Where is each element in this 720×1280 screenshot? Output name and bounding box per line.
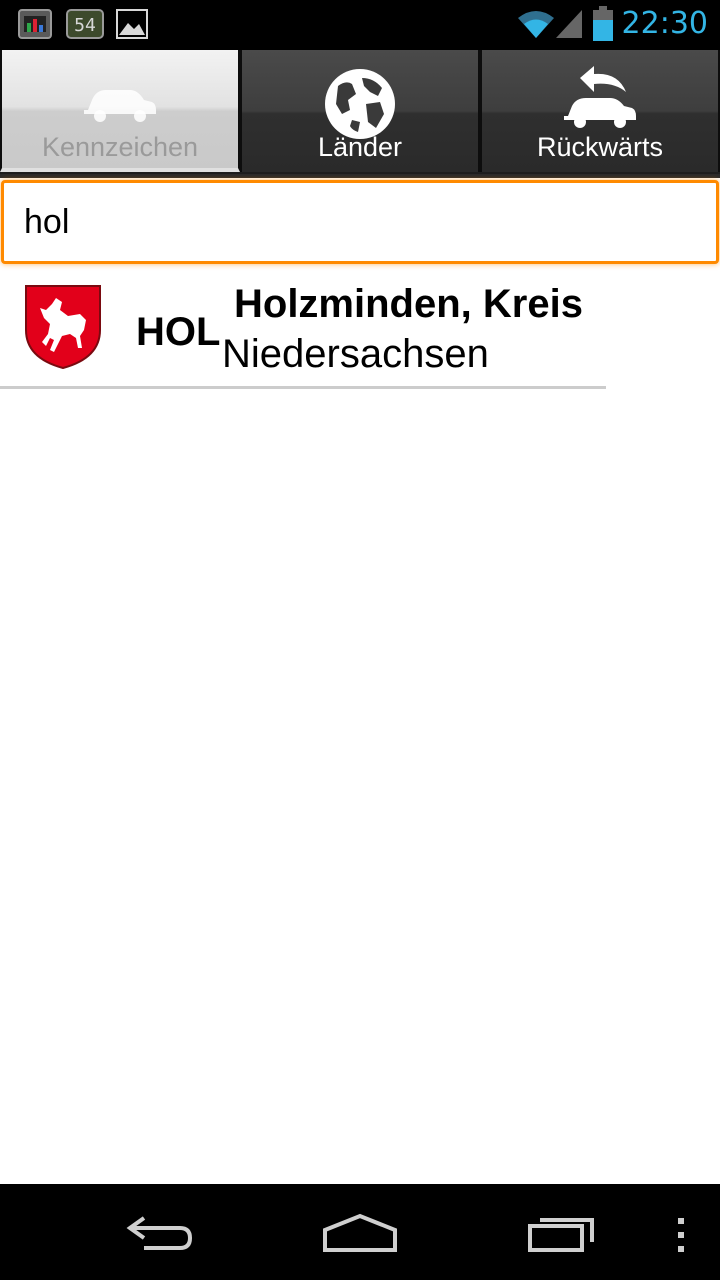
counter-54-icon: 54 (66, 9, 104, 44)
tab-bar: Kennzeichen Länder Rückwärts (0, 50, 720, 178)
image-icon (116, 9, 148, 44)
notification-count: 54 (74, 15, 96, 36)
wifi-icon (516, 8, 556, 45)
status-bar: 54 22:30 (0, 0, 720, 50)
overflow-menu-button[interactable] (660, 1184, 704, 1280)
chart-app-icon (18, 9, 52, 44)
recent-apps-button[interactable] (510, 1184, 610, 1280)
home-icon (323, 1213, 397, 1252)
battery-icon (592, 6, 614, 47)
back-button[interactable] (110, 1184, 210, 1280)
back-icon (126, 1216, 193, 1250)
car-icon (84, 90, 156, 122)
globe-icon (325, 69, 395, 139)
plate-code: HOL (136, 310, 221, 354)
tab-rueckwaerts[interactable]: Rückwärts (480, 50, 720, 172)
car-back-arrow-icon (564, 66, 636, 128)
state-name: Niedersachsen (222, 332, 489, 376)
lower-saxony-horse-crest-icon (24, 284, 102, 375)
tab-kennzeichen[interactable]: Kennzeichen (0, 50, 240, 172)
clock: 22:30 (621, 6, 708, 41)
tab-label-rueckwaerts: Rückwärts (536, 132, 664, 162)
tab-label-laender: Länder (317, 132, 403, 162)
search-input[interactable] (1, 180, 719, 264)
navigation-bar (0, 1184, 720, 1280)
signal-icon (556, 8, 584, 45)
district-name: Holzminden, Kreis (234, 282, 583, 326)
recent-apps-icon (528, 1218, 594, 1252)
list-item[interactable]: HOL Holzminden, Kreis Niedersachsen (0, 268, 606, 389)
overflow-menu-icon (678, 1218, 684, 1252)
tab-divider (0, 174, 720, 178)
tab-laender[interactable]: Länder (240, 50, 480, 172)
tab-label-kennzeichen: Kennzeichen (41, 132, 199, 162)
home-button[interactable] (310, 1184, 410, 1280)
